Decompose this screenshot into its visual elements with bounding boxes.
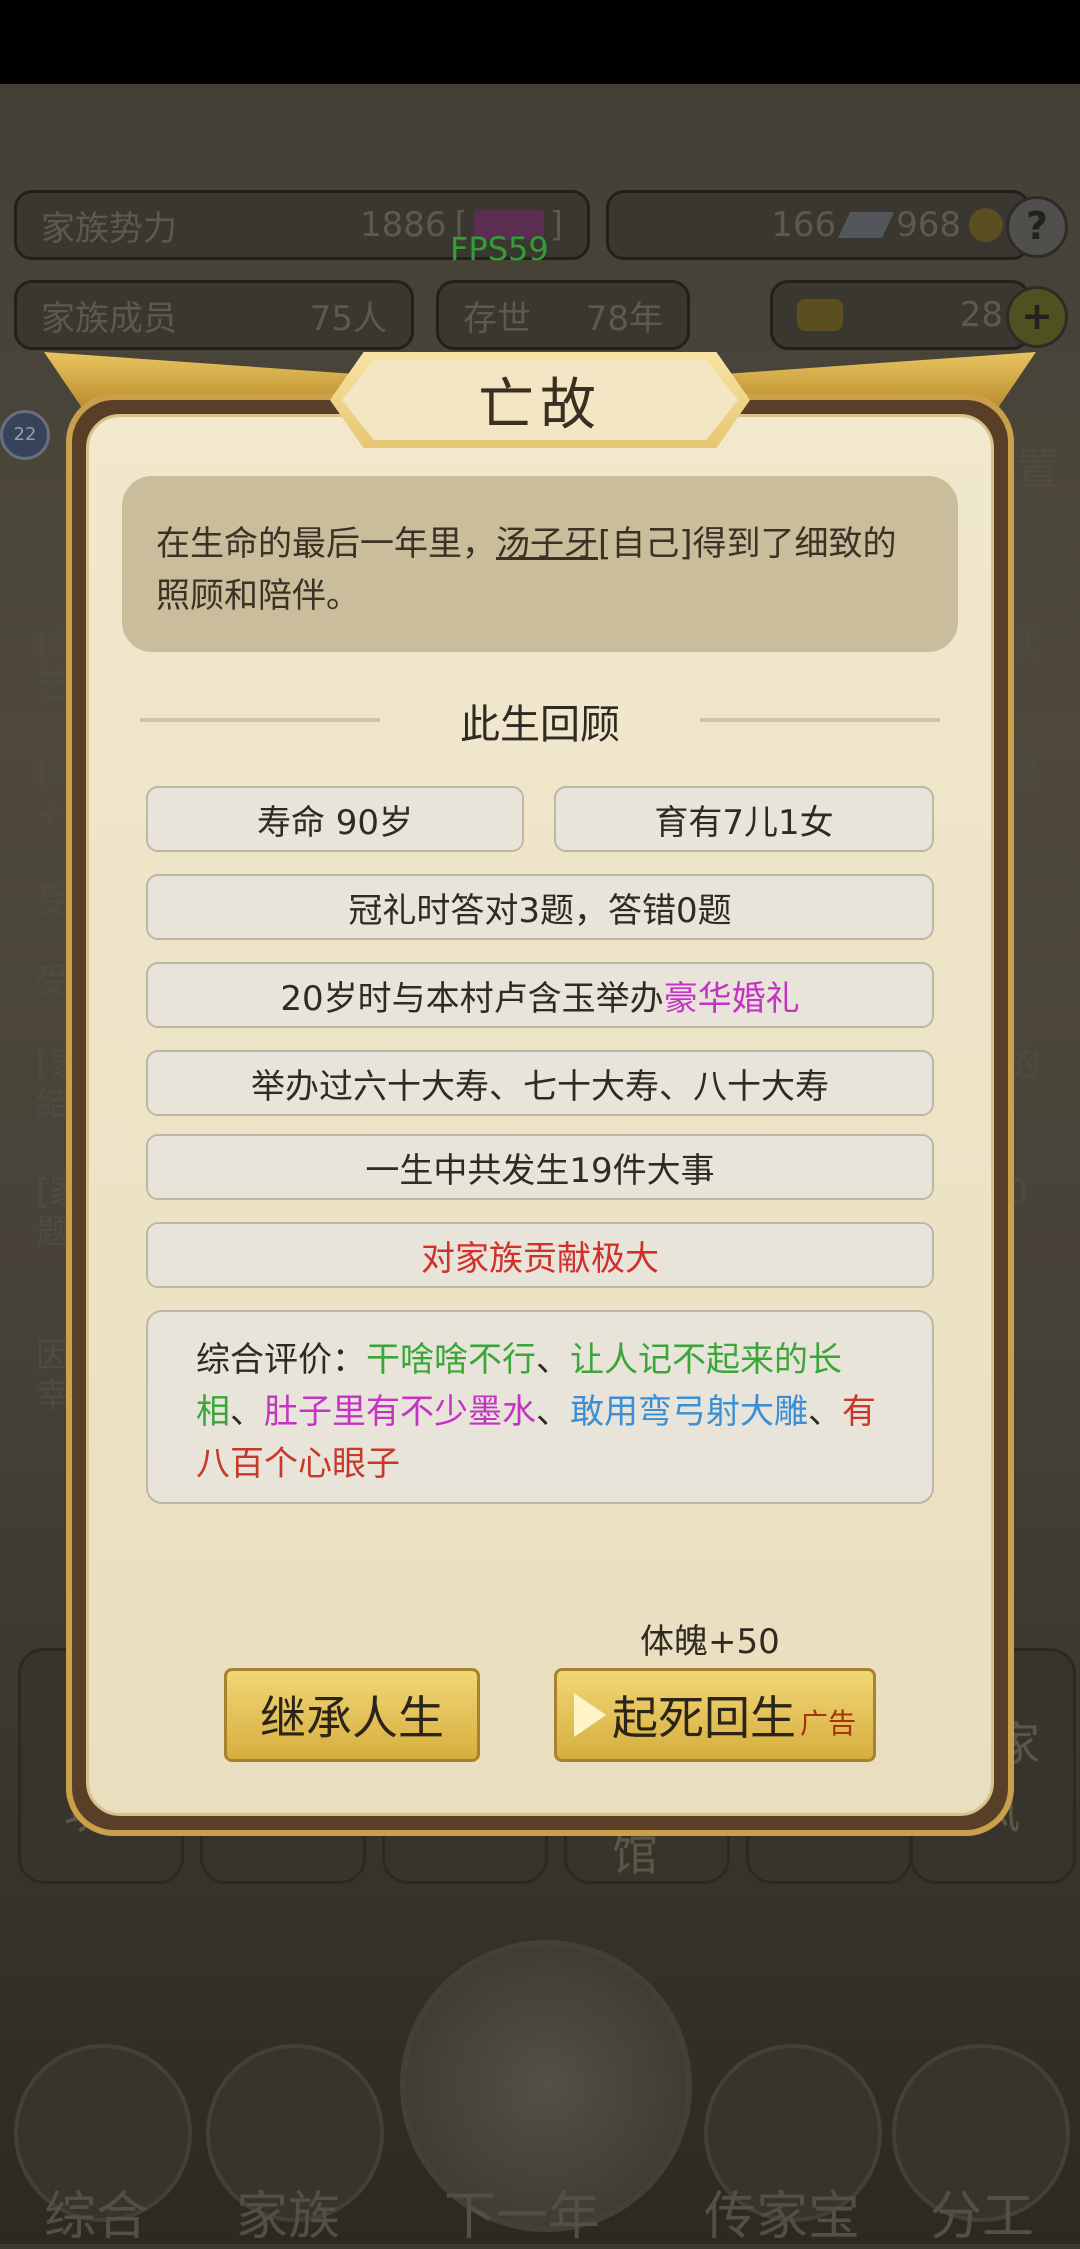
revive-bonus-text: 体魄+50 xyxy=(640,1622,780,1662)
life-review-heading: 此生回顾 xyxy=(392,686,688,756)
events-pill: 一生中共发生19件大事 xyxy=(146,1134,934,1200)
contribution-pill: 对家族贡献极大 xyxy=(146,1222,934,1288)
revive-label: 起死回生 xyxy=(611,1691,796,1745)
wedding-text: 20岁时与本村卢含玉举办 xyxy=(280,978,664,1019)
desc-pre: 在生命的最后一年里， xyxy=(156,524,496,564)
evaluation-trait: 肚子里有不少墨水 xyxy=(264,1392,536,1432)
coming-of-age-pill: 冠礼时答对3题，答错0题 xyxy=(146,874,934,940)
wedding-pill: 20岁时与本村卢含玉举办 豪华婚礼 xyxy=(146,962,934,1028)
wedding-highlight: 豪华婚礼 xyxy=(663,978,800,1019)
evaluation-trait: 、 xyxy=(230,1392,264,1432)
evaluation-trait: 敢用弯弓射大雕 xyxy=(570,1392,808,1432)
play-icon xyxy=(573,1693,606,1737)
dialog-title: 亡故 xyxy=(342,360,738,440)
death-description: 在生命的最后一年里，汤子牙[自己]得到了细致的照顾和陪伴。 xyxy=(122,476,958,652)
inherit-life-label: 继承人生 xyxy=(260,1691,444,1745)
character-name: 汤子牙 xyxy=(496,524,598,564)
ad-tag: 广告 xyxy=(799,1707,856,1740)
evaluation-trait: 、 xyxy=(808,1392,842,1432)
section-divider-right xyxy=(700,718,940,722)
evaluation-trait: 干啥啥不行 xyxy=(366,1340,536,1380)
section-divider-left xyxy=(140,718,380,722)
evaluation-label: 综合评价： xyxy=(196,1340,366,1380)
evaluation-trait: 、 xyxy=(536,1392,570,1432)
children-pill: 育有7儿1女 xyxy=(554,786,934,852)
birthdays-pill: 举办过六十大寿、七十大寿、八十大寿 xyxy=(146,1050,934,1116)
evaluation-box: 综合评价：干啥啥不行、让人记不起来的长相、肚子里有不少墨水、敢用弯弓射大雕、有八… xyxy=(146,1310,934,1504)
lifespan-pill: 寿命 90岁 xyxy=(146,786,524,852)
revive-button[interactable]: 起死回生 广告 xyxy=(554,1668,876,1762)
inherit-life-button[interactable]: 继承人生 xyxy=(224,1668,480,1762)
evaluation-trait: 、 xyxy=(536,1340,570,1380)
